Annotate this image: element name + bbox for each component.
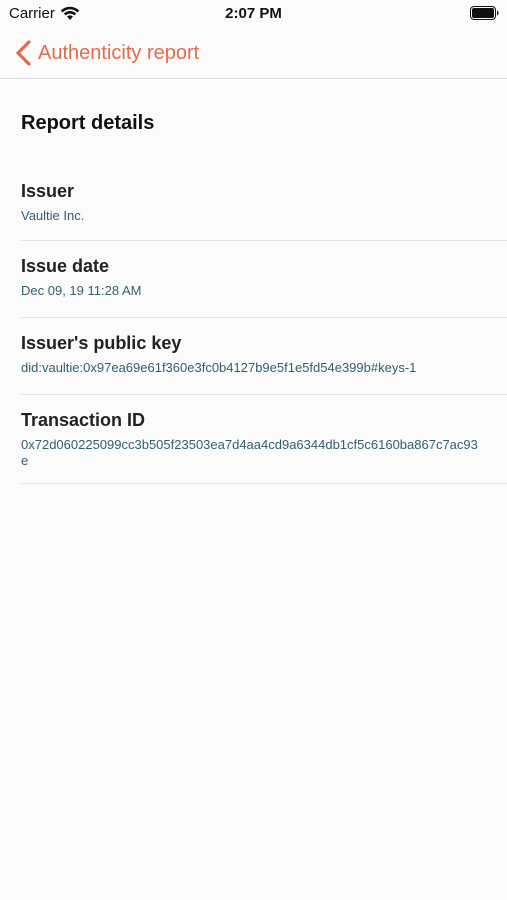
status-time: 2:07 PM	[225, 5, 282, 22]
detail-value-issuer: Vaultie Inc.	[21, 208, 85, 223]
detail-list: Issuer Vaultie Inc. Issue date Dec 09, 1…	[0, 176, 507, 484]
detail-row-issuer: Issuer Vaultie Inc.	[21, 176, 507, 241]
detail-label-issue-date: Issue date	[21, 256, 110, 276]
detail-value-issue-date: Dec 09, 19 11:28 AM	[21, 283, 142, 298]
back-button[interactable]: Authenticity report	[14, 38, 199, 68]
detail-label-issuer: Issuer	[21, 181, 75, 201]
detail-value-public-key: did:vaultie:0x97ea69e61f360e3fc0b4127b9e…	[21, 360, 417, 375]
detail-value-transaction-id: 0x72d060225099cc3b505f23503ea7d4aa4cd9a6…	[21, 437, 478, 468]
detail-label-transaction-id: Transaction ID	[21, 410, 146, 430]
navigation-bar: Authenticity report	[0, 28, 507, 79]
section-title: Report details	[21, 112, 155, 134]
detail-row-transaction-id: Transaction ID 0x72d060225099cc3b505f235…	[21, 395, 507, 484]
chevron-left-icon	[16, 40, 31, 66]
detail-row-public-key: Issuer's public key did:vaultie:0x97ea69…	[21, 318, 507, 395]
detail-row-issue-date: Issue date Dec 09, 19 11:28 AM	[21, 241, 507, 318]
authenticity-report-screen: Carrier 2:07 PM Authenticity report Repo…	[0, 0, 507, 900]
status-bar: Carrier 2:07 PM	[0, 0, 507, 28]
detail-label-public-key: Issuer's public key	[21, 333, 182, 353]
back-button-label: Authenticity report	[38, 41, 200, 64]
battery-icon	[470, 6, 499, 20]
